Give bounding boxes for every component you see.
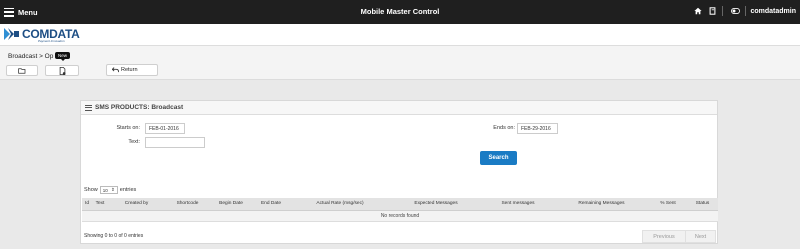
column-header[interactable]: Begin Date <box>210 198 252 211</box>
ends-on-label: Ends on: <box>493 125 515 131</box>
home-icon[interactable] <box>692 6 704 16</box>
divider <box>745 6 747 16</box>
return-button[interactable]: Return <box>106 64 158 76</box>
folder-open-icon <box>18 67 26 74</box>
column-header[interactable]: Sent messages <box>482 198 554 211</box>
panel-title: SMS PRODUCTS: Broadcast <box>95 104 184 111</box>
previous-button[interactable]: Previous <box>642 230 686 243</box>
table-row: No records found <box>82 210 718 222</box>
ends-on-input[interactable]: FEB-29-2016 <box>517 123 558 134</box>
new-tooltip: New <box>55 52 71 61</box>
column-header[interactable]: Expected Messages <box>390 198 482 211</box>
undo-icon <box>112 67 119 73</box>
next-button[interactable]: Next <box>686 230 716 243</box>
username[interactable]: comdatadmin <box>750 8 796 15</box>
starts-on-label: Starts on: <box>116 125 140 131</box>
new-file-icon <box>59 66 65 75</box>
column-header[interactable]: Actual Rate (msg/sec) <box>290 198 390 211</box>
entries-length: Show 10 ⇕ entries <box>84 186 136 194</box>
column-header[interactable]: Remaining Messages <box>554 198 649 211</box>
table-header-row: Id Text Created by Shortcode Begin Date … <box>82 198 718 211</box>
starts-on-input[interactable]: FEB-01-2016 <box>145 123 185 134</box>
toggle-icon[interactable] <box>729 6 741 16</box>
new-button[interactable] <box>45 65 79 76</box>
entries-suffix: entries <box>119 187 137 193</box>
column-header[interactable]: End Date <box>252 198 290 211</box>
top-navbar: Menu Mobile Master Control comdatadmin <box>0 0 800 24</box>
empty-table-message: No records found <box>82 210 718 222</box>
column-header[interactable]: Status <box>687 198 718 211</box>
app-title: Mobile Master Control <box>360 7 440 16</box>
book-icon[interactable] <box>706 6 718 16</box>
list-icon <box>85 104 92 111</box>
panel-header: SMS PRODUCTS: Broadcast <box>81 101 717 115</box>
return-label: Return <box>121 67 138 73</box>
search-button[interactable]: Search <box>480 151 517 165</box>
show-label: Show <box>84 187 98 193</box>
column-header[interactable]: Created by <box>108 198 165 211</box>
column-header[interactable]: Id <box>82 198 92 211</box>
entries-select[interactable]: 10 ⇕ <box>99 186 118 194</box>
select-arrows-icon: ⇕ <box>110 187 115 192</box>
breadcrumb: Broadcast > Op <box>8 53 54 60</box>
column-header[interactable]: % Sent <box>649 198 687 211</box>
broadcast-panel: SMS PRODUCTS: Broadcast Starts on: FEB-0… <box>80 100 718 244</box>
top-right-controls: comdatadmin <box>690 6 796 16</box>
open-button[interactable] <box>6 65 38 76</box>
text-label: Text: <box>128 139 140 145</box>
divider <box>722 6 724 16</box>
column-header[interactable]: Text <box>92 198 108 211</box>
entries-value: 10 <box>102 187 108 193</box>
brand-header: COMDATA Payment Innovation <box>0 24 800 46</box>
comdata-logo-mark <box>4 28 19 40</box>
pagination: Previous Next <box>642 230 716 243</box>
column-header[interactable]: Shortcode <box>165 198 210 211</box>
table-info: Showing 0 to 0 of 0 entries <box>84 233 144 239</box>
text-input[interactable] <box>145 137 205 148</box>
brand-tagline: Payment Innovation <box>38 39 65 43</box>
broadcast-table: Id Text Created by Shortcode Begin Date … <box>82 198 718 222</box>
